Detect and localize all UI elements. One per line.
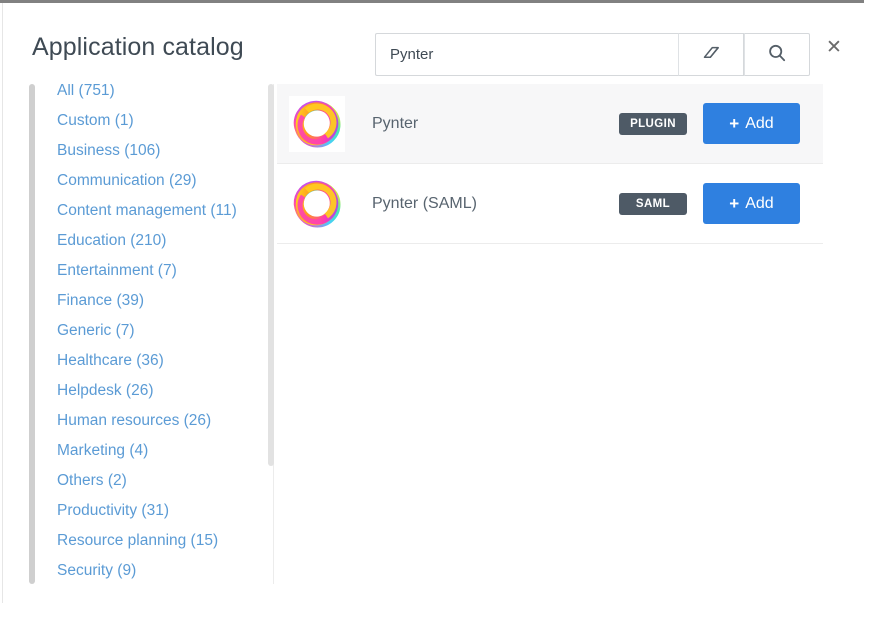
sidebar-item-business[interactable]: Business (106) (57, 136, 274, 166)
sidebar-item-entertainment[interactable]: Entertainment (7) (57, 256, 274, 286)
sidebar-item-security[interactable]: Security (9) (57, 556, 274, 584)
sidebar-item-human-resources[interactable]: Human resources (26) (57, 406, 274, 436)
page-title: Application catalog (32, 33, 244, 61)
sidebar-item-custom[interactable]: Custom (1) (57, 106, 274, 136)
search-button[interactable] (744, 33, 810, 76)
add-button[interactable]: + Add (703, 183, 800, 224)
sidebar-item-resource-planning[interactable]: Resource planning (15) (57, 526, 274, 556)
sidebar-item-others[interactable]: Others (2) (57, 466, 274, 496)
pynter-ring-logo-icon (289, 95, 345, 152)
search-group (375, 33, 810, 76)
results-scrollbar[interactable] (268, 84, 274, 466)
plus-icon: + (729, 194, 740, 213)
pynter-ring-logo-icon (289, 176, 345, 232)
dialog-body: All (751) Custom (1) Business (106) Comm… (0, 84, 864, 584)
sidebar-item-finance[interactable]: Finance (39) (57, 286, 274, 316)
application-catalog-dialog: Application catalog Pynter ✕ All (751) C… (0, 0, 875, 617)
app-name: Pynter (372, 114, 419, 132)
sidebar-item-helpdesk[interactable]: Helpdesk (26) (57, 376, 274, 406)
eraser-icon (700, 42, 722, 67)
search-input[interactable] (375, 33, 678, 76)
clear-search-button[interactable] (678, 33, 744, 76)
category-list: All (751) Custom (1) Business (106) Comm… (57, 84, 274, 584)
sidebar-item-marketing[interactable]: Marketing (4) (57, 436, 274, 466)
sidebar-item-generic[interactable]: Generic (7) (57, 316, 274, 346)
app-name: Pynter (SAML) (372, 194, 477, 212)
sidebar-item-communication[interactable]: Communication (29) (57, 166, 274, 196)
search-icon (766, 42, 788, 67)
sidebar-item-healthcare[interactable]: Healthcare (36) (57, 346, 274, 376)
category-sidebar: All (751) Custom (1) Business (106) Comm… (0, 84, 274, 584)
sidebar-item-content-management[interactable]: Content management (11) (57, 196, 274, 226)
close-dialog-button[interactable]: ✕ (822, 35, 846, 59)
sidebar-item-productivity[interactable]: Productivity (31) (57, 496, 274, 526)
sidebar-scrollbar[interactable] (29, 84, 35, 584)
status-badge: PLUGIN (619, 112, 687, 135)
sidebar-item-education[interactable]: Education (210) (57, 226, 274, 256)
table-row[interactable]: Pynter PLUGIN + Add (277, 84, 823, 164)
close-icon: ✕ (826, 36, 842, 58)
application-results-list: Pynter PLUGIN + Add Pynter (SAML) SAML +… (277, 84, 823, 244)
add-button-label: Add (745, 114, 774, 132)
sidebar-item-all[interactable]: All (751) (57, 84, 274, 106)
table-row[interactable]: Pynter (SAML) SAML + Add (277, 164, 823, 244)
plus-icon: + (729, 114, 740, 133)
add-button[interactable]: + Add (703, 103, 800, 144)
dialog-header: Application catalog Pynter ✕ (0, 3, 864, 81)
status-badge: SAML (619, 192, 687, 215)
add-button-label: Add (745, 194, 774, 212)
